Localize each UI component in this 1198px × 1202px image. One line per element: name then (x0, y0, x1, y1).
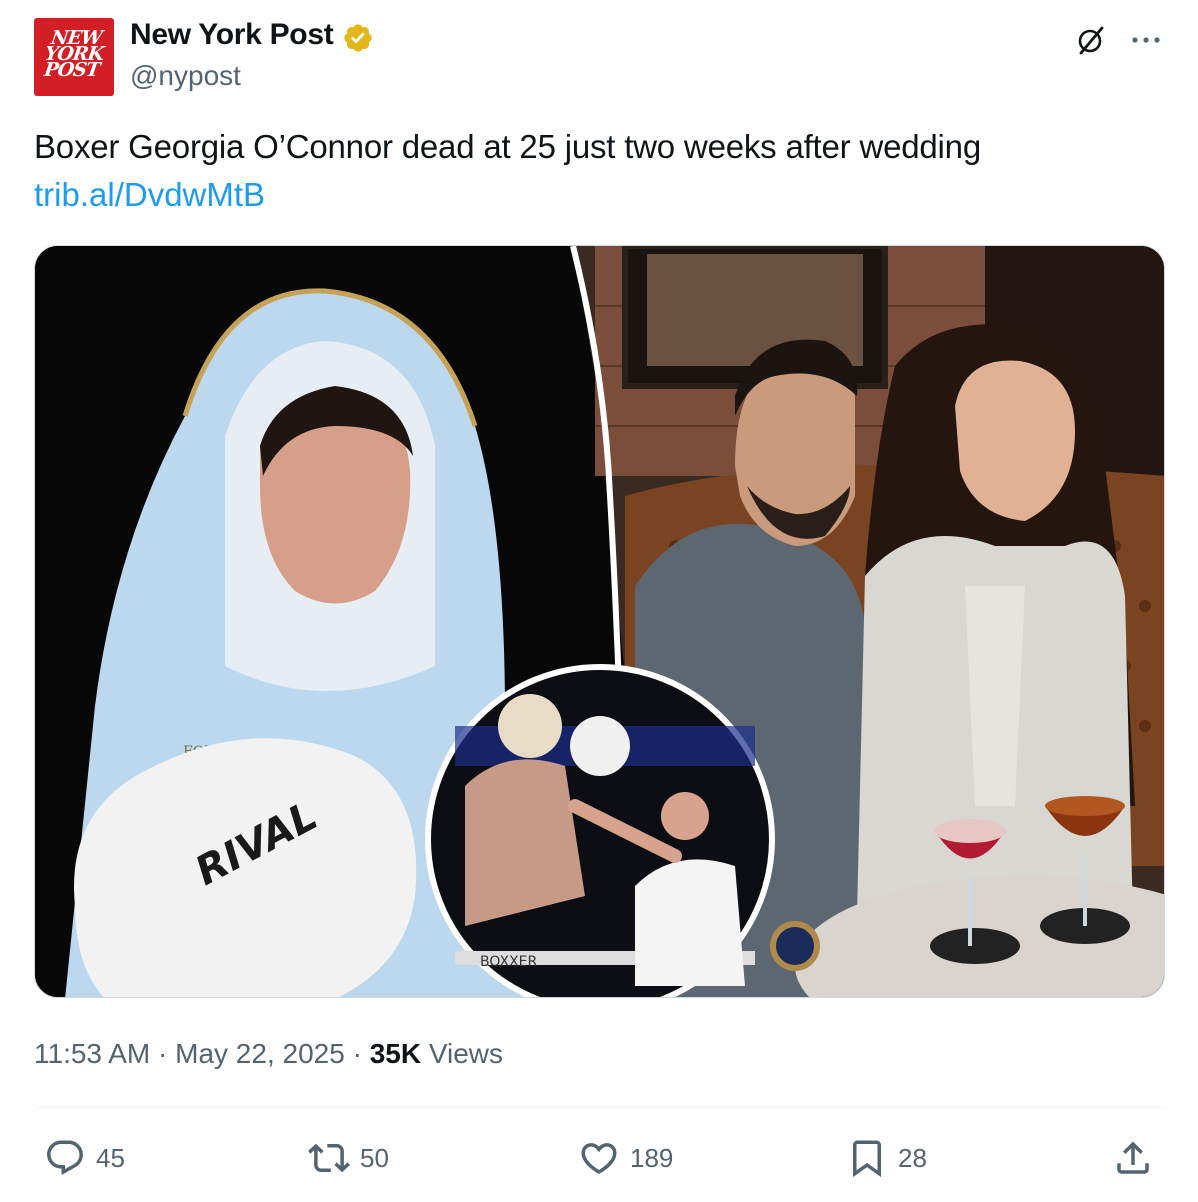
share-icon (1117, 1141, 1149, 1174)
share-button[interactable] (1112, 1136, 1154, 1180)
reply-button[interactable]: 45 (44, 1136, 125, 1180)
tweet-media-image[interactable]: FORTIS RIVAL BOXXER (34, 245, 1165, 998)
repost-icon (308, 1143, 350, 1173)
bookmark-count: 28 (898, 1142, 927, 1173)
more-options-icon[interactable] (1128, 22, 1164, 58)
reply-icon (47, 1140, 83, 1175)
tweet: NEW YORK POST New York Post @nypost Boxe… (0, 0, 1198, 1202)
verified-badge-icon (344, 24, 372, 52)
ring-banner-text: BOXXER (480, 954, 538, 970)
meta-separator: · (352, 1038, 362, 1069)
media-collage: FORTIS RIVAL BOXXER (35, 246, 1164, 997)
tweet-meta: 11:53 AM · May 22, 2025 · 35K Views (34, 1038, 503, 1070)
handle[interactable]: @nypost (130, 60, 241, 92)
tweet-time[interactable]: 11:53 AM (34, 1038, 150, 1069)
display-name[interactable]: New York Post (130, 18, 334, 52)
divider (34, 1107, 1165, 1108)
avatar[interactable]: NEW YORK POST (34, 18, 114, 96)
repost-count: 50 (360, 1142, 389, 1173)
like-button[interactable]: 189 (578, 1136, 673, 1180)
like-count: 189 (630, 1142, 674, 1173)
bookmark-button[interactable]: 28 (846, 1136, 927, 1180)
repost-button[interactable]: 50 (308, 1136, 389, 1180)
heart-icon (581, 1143, 617, 1175)
tweet-date[interactable]: May 22, 2025 (175, 1038, 345, 1069)
fight-inset-photo: BOXXER (425, 664, 775, 997)
tweet-link[interactable]: trib.al/DvdwMtB (34, 176, 265, 214)
views-label: Views (428, 1038, 504, 1069)
avatar-logo-text: NEW YORK POST (42, 27, 105, 81)
bookmark-icon (853, 1140, 881, 1178)
tweet-text: Boxer Georgia O’Connor dead at 25 just t… (34, 128, 981, 165)
meta-separator: · (158, 1038, 168, 1069)
reply-count: 45 (96, 1142, 125, 1173)
views-count: 35K (369, 1038, 422, 1069)
grok-icon[interactable] (1073, 22, 1109, 58)
